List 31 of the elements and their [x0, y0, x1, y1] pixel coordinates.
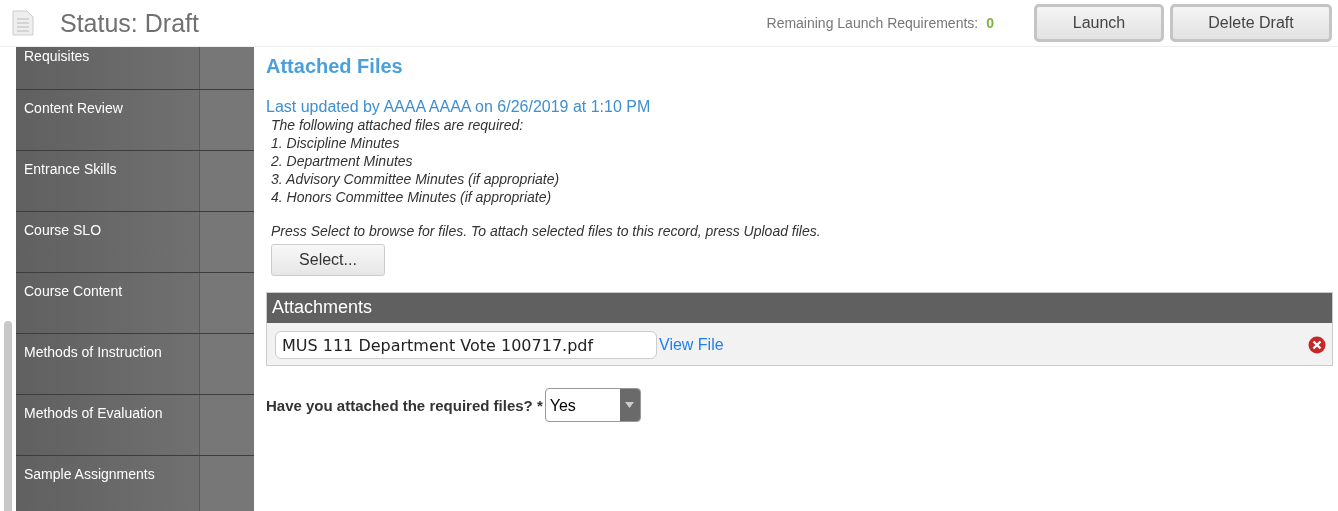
- answer-dropdown[interactable]: Yes: [544, 388, 641, 422]
- instruction-text: The following attached files are required:: [270, 116, 524, 134]
- last-updated-text: Last updated by AAAA AAAA on 6/26/2019 at 1:10 PM: [266, 98, 651, 116]
- instruction-text: 1. Discipline Minutes: [270, 134, 400, 152]
- caret-icon: [625, 402, 635, 408]
- instruction-text: 4. Honors Committee Minutes (if appropriate): [270, 188, 552, 206]
- requirements-label: Remaining Launch Requirements:: [766, 15, 979, 31]
- status-title: Status: Draft: [60, 8, 199, 38]
- requirements-count: 0: [986, 15, 994, 31]
- delete-draft-button[interactable]: Delete Draft: [1170, 4, 1332, 42]
- sidebar-item[interactable]: Methods of Evaluation: [16, 395, 254, 456]
- launch-button[interactable]: Launch: [1034, 4, 1164, 42]
- sidebar-item[interactable]: Course Content: [16, 273, 254, 334]
- view-file-link[interactable]: View File: [659, 336, 724, 354]
- select-button[interactable]: Select...: [271, 244, 385, 276]
- sidebar-item[interactable]: Course SLO: [16, 212, 254, 273]
- attachments-header: Attachments: [267, 293, 1332, 323]
- upload-hint-text: Press Select to browse for files. To attach selected files to this record, press Upload files.: [270, 222, 821, 240]
- sidebar-item[interactable]: Methods of Instruction: [16, 334, 254, 395]
- sidebar-item[interactable]: Entrance Skills: [16, 151, 254, 212]
- scrollbar-thumb[interactable]: [4, 321, 12, 511]
- remove-icon[interactable]: [1308, 336, 1326, 354]
- question-label: Have you attached the required files? *: [266, 396, 543, 414]
- sidebar-item[interactable]: Content Review: [16, 90, 254, 151]
- instruction-text: 2. Department Minutes: [270, 152, 413, 170]
- sidebar-item[interactable]: Sample Assignments: [16, 456, 254, 511]
- sidebar-item[interactable]: Requisites: [16, 47, 254, 90]
- file-name-field[interactable]: MUS 111 Department Vote 100717.pdf: [275, 331, 657, 359]
- instruction-text: 3. Advisory Committee Minutes (if appropriate): [270, 170, 560, 188]
- section-heading: Attached Files: [266, 55, 403, 78]
- document-icon: [12, 10, 34, 36]
